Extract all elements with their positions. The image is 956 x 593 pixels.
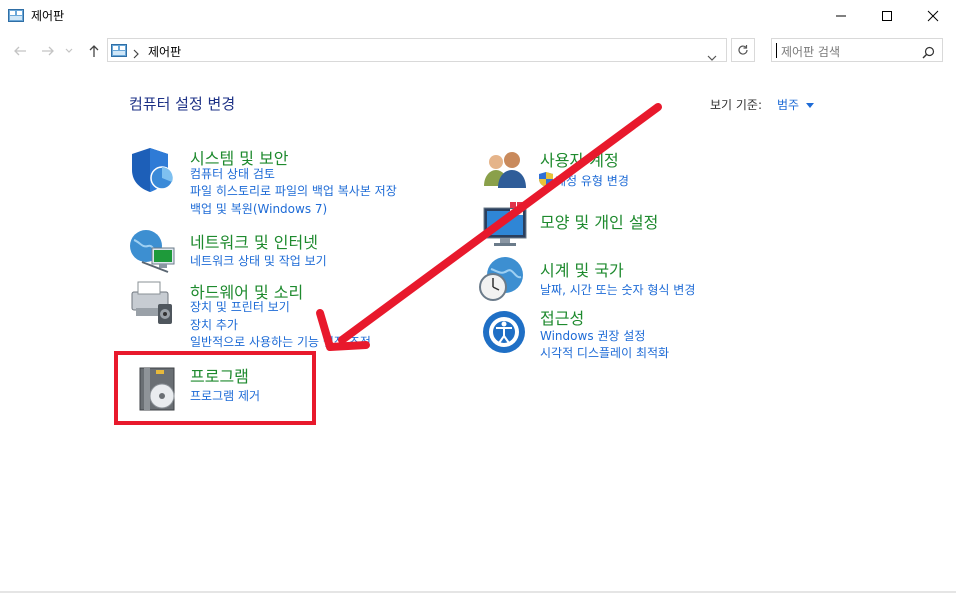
- minimize-icon: [836, 15, 846, 16]
- control-panel-icon: [8, 8, 24, 22]
- close-button[interactable]: [910, 0, 956, 31]
- refresh-button[interactable]: [731, 38, 755, 62]
- arrow-right-icon: [42, 46, 54, 56]
- search-input[interactable]: 제어판 검색: [781, 43, 840, 60]
- maximize-icon: [882, 10, 892, 21]
- link-devices-printers[interactable]: 장치 및 프린터 보기: [190, 298, 290, 315]
- text-cursor: [776, 43, 777, 58]
- back-button[interactable]: [9, 40, 31, 62]
- chevron-down-icon: [65, 48, 73, 53]
- breadcrumb-separator-icon[interactable]: [132, 44, 140, 63]
- breadcrumb-control-panel[interactable]: 제어판: [148, 43, 181, 60]
- annotation-arrow-icon: [316, 103, 662, 351]
- network-globe-icon[interactable]: [128, 226, 176, 274]
- window-title: 제어판: [31, 9, 65, 23]
- close-icon: [927, 10, 939, 21]
- view-by-dropdown[interactable]: 범주: [777, 96, 814, 113]
- view-by-value[interactable]: 범주: [777, 98, 799, 112]
- refresh-icon: [738, 45, 748, 55]
- category-network-internet[interactable]: 네트워크 및 인터넷: [190, 229, 318, 253]
- link-add-device[interactable]: 장치 추가: [190, 316, 238, 333]
- page-title: 컴퓨터 설정 변경: [129, 95, 236, 113]
- link-review-computer-status[interactable]: 컴퓨터 상태 검토: [190, 165, 275, 182]
- forward-button[interactable]: [37, 40, 59, 62]
- view-by-label: 보기 기준:: [710, 98, 763, 112]
- printer-icon[interactable]: [128, 278, 176, 326]
- arrow-up-icon: [89, 45, 99, 57]
- maximize-button[interactable]: [864, 0, 910, 31]
- caret-down-icon: [805, 102, 814, 108]
- up-button[interactable]: [83, 40, 105, 62]
- annotation-highlight-box: [114, 351, 316, 425]
- minimize-button[interactable]: [818, 0, 864, 31]
- shield-icon[interactable]: [128, 146, 176, 194]
- search-icon[interactable]: [922, 44, 935, 63]
- address-bar[interactable]: 제어판: [107, 38, 727, 62]
- search-box[interactable]: 제어판 검색: [771, 38, 943, 62]
- recent-locations-button[interactable]: [62, 40, 76, 62]
- arrow-left-icon: [14, 46, 26, 56]
- control-panel-icon: [111, 43, 127, 57]
- address-dropdown-icon[interactable]: [707, 47, 717, 66]
- title-bar: 제어판: [0, 0, 956, 31]
